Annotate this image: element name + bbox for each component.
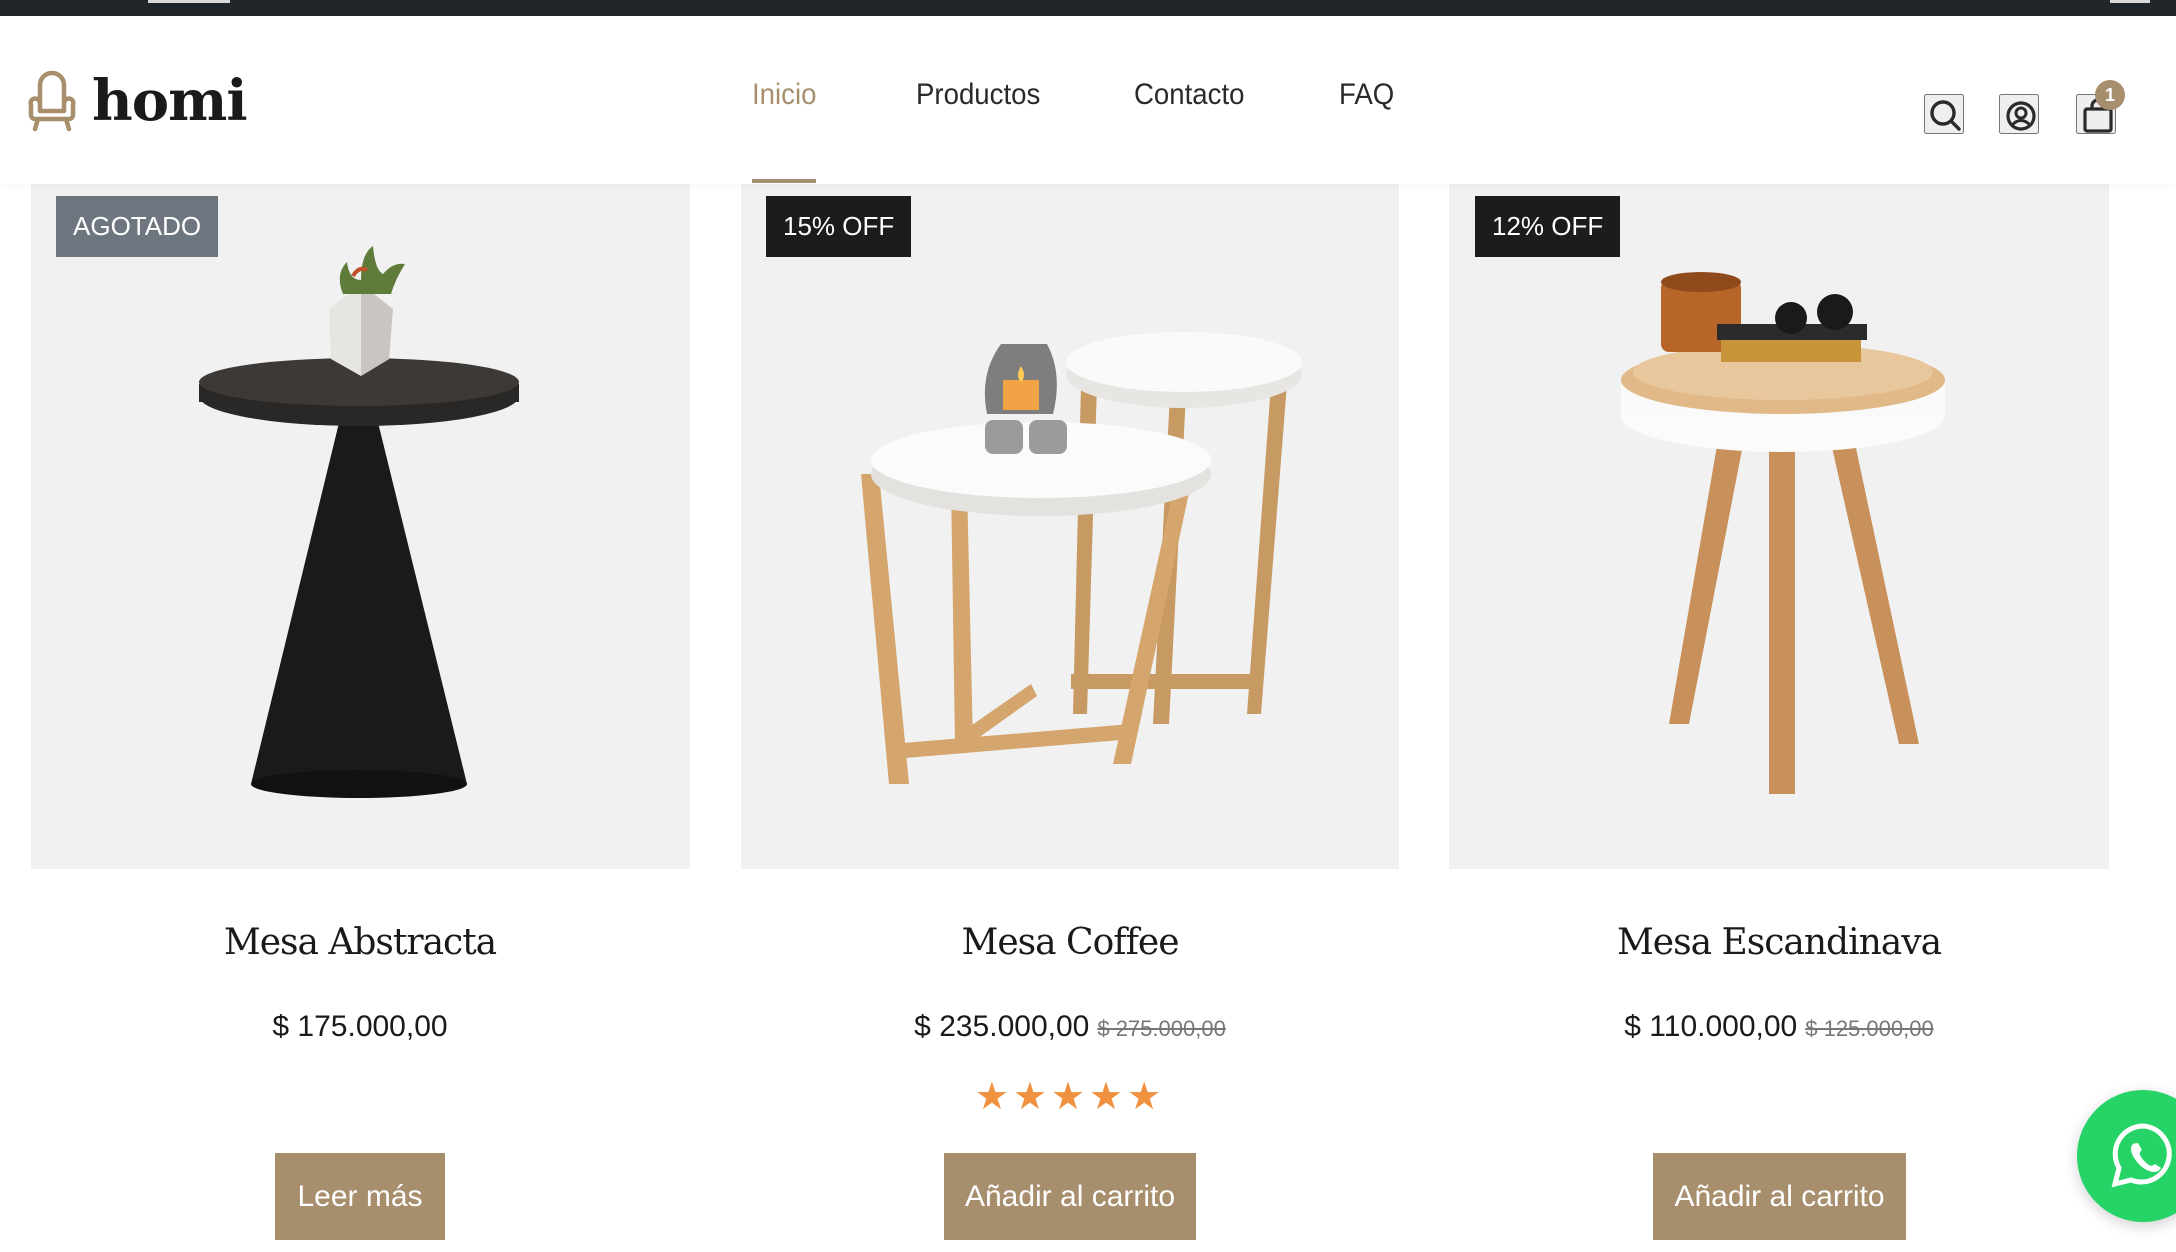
product-image[interactable] bbox=[741, 184, 1399, 869]
account-button[interactable] bbox=[1999, 94, 2039, 134]
top-bar bbox=[0, 0, 2176, 16]
search-icon bbox=[1930, 100, 1961, 131]
nav-item-faq[interactable]: FAQ bbox=[1339, 78, 1394, 112]
product-price-row: $ 110.000,00 $ 125.000,00 bbox=[1449, 1010, 2109, 1044]
product-badge: 15% OFF bbox=[766, 196, 912, 257]
product-title[interactable]: Mesa Coffee bbox=[740, 922, 1400, 963]
site-header: homi Inicio Productos Contacto FAQ 1 bbox=[0, 16, 2176, 184]
product-badge: AGOTADO bbox=[56, 196, 219, 257]
product-image[interactable] bbox=[31, 184, 690, 869]
product-image[interactable] bbox=[1449, 184, 2109, 869]
product-title[interactable]: Mesa Escandinava bbox=[1449, 922, 2109, 963]
product-rating-stars: ★★★★★ bbox=[974, 1076, 1166, 1118]
read-more-button[interactable]: Leer más bbox=[275, 1153, 445, 1240]
product-title[interactable]: Mesa Abstracta bbox=[30, 922, 690, 963]
nav-item-inicio[interactable]: Inicio bbox=[752, 78, 816, 112]
product-price: $ 175.000,00 bbox=[272, 1010, 448, 1043]
product-price: $ 110.000,00 bbox=[1624, 1010, 1798, 1043]
product-old-price: $ 125.000,00 bbox=[1805, 1016, 1934, 1041]
nav-item-contacto[interactable]: Contacto bbox=[1134, 78, 1244, 112]
side-table-black bbox=[199, 246, 519, 798]
scandinavian-side-table bbox=[1621, 272, 1945, 794]
product-price: $ 235.000,00 bbox=[914, 1010, 1090, 1043]
product-price-row: $ 175.000,00 bbox=[30, 1010, 690, 1044]
nesting-coffee-tables bbox=[861, 332, 1302, 784]
whatsapp-icon bbox=[2111, 1123, 2172, 1188]
nav-item-productos[interactable]: Productos bbox=[916, 78, 1040, 112]
cart-count-badge: 1 bbox=[2095, 80, 2125, 110]
armchair-logo-icon bbox=[28, 70, 76, 132]
product-price-row: $ 235.000,00 $ 275.000,00 bbox=[740, 1010, 1400, 1044]
user-icon bbox=[2006, 101, 2036, 131]
product-badge: 12% OFF bbox=[1475, 196, 1621, 257]
top-bar-tab bbox=[148, 0, 230, 3]
product-old-price: $ 275.000,00 bbox=[1097, 1016, 1226, 1041]
nav-active-indicator bbox=[752, 179, 816, 183]
top-bar-tab bbox=[2110, 0, 2150, 3]
search-button[interactable] bbox=[1924, 94, 1964, 134]
brand-name: homi bbox=[92, 68, 248, 134]
add-to-cart-button[interactable]: Añadir al carrito bbox=[1653, 1153, 1906, 1240]
brand-logo[interactable]: homi bbox=[28, 68, 248, 134]
add-to-cart-button[interactable]: Añadir al carrito bbox=[944, 1153, 1196, 1240]
whatsapp-chat-button[interactable] bbox=[2077, 1090, 2176, 1222]
